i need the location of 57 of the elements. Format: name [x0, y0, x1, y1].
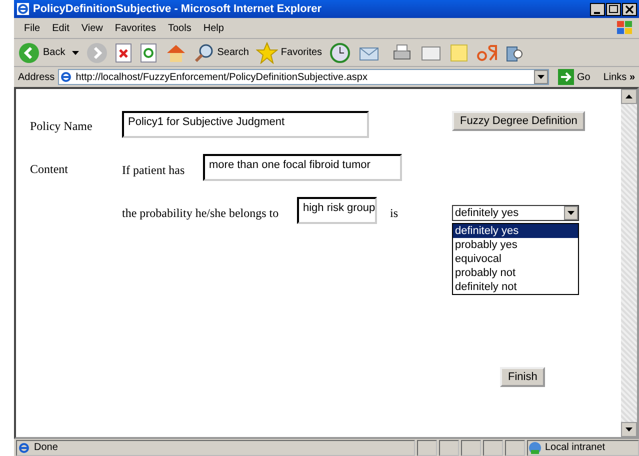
search-button[interactable]: Search — [194, 42, 249, 62]
address-field[interactable]: http://localhost/FuzzyEnforcement/PolicyDefinitionSubjective.aspx — [58, 69, 549, 85]
maximize-icon[interactable] — [606, 2, 621, 16]
is-label: is — [389, 205, 400, 221]
windows-flag-icon — [615, 19, 635, 37]
history-icon[interactable] — [329, 42, 352, 64]
network-icon — [528, 440, 542, 454]
status-text: Done — [34, 442, 58, 453]
menu-item[interactable]: File — [18, 22, 46, 34]
dropdown-option[interactable]: probably not — [453, 266, 578, 280]
back-button[interactable]: Back — [18, 42, 66, 64]
browser-icon — [16, 2, 30, 16]
probability-label: the probability he/she belongs to — [122, 205, 280, 221]
status-panel — [461, 440, 481, 456]
menu-item[interactable]: Help — [197, 22, 230, 34]
policy-name-field[interactable]: Policy1 for Subjective Judgment — [122, 111, 369, 138]
address-label: Address — [18, 72, 55, 82]
condition-label: If patient has — [122, 162, 186, 178]
status-panel — [417, 440, 437, 456]
status-panel — [483, 440, 503, 456]
scrollbar[interactable] — [621, 89, 637, 437]
menu-item[interactable]: Tools — [162, 22, 198, 34]
stop-icon[interactable] — [115, 42, 134, 62]
zone-text: Local intranet — [545, 442, 606, 453]
condition-field[interactable]: more than one focal fibroid tumor — [203, 154, 402, 181]
dropdown-option[interactable]: definitely yes — [453, 224, 578, 238]
finish-button[interactable]: Finish — [500, 367, 546, 387]
caret-icon[interactable] — [72, 50, 80, 54]
page-icon — [58, 70, 73, 84]
dropdown-option[interactable]: equivocal — [453, 252, 578, 266]
minimize-icon[interactable] — [590, 2, 605, 16]
dropdown-option[interactable]: probably yes — [453, 238, 578, 252]
refresh-icon[interactable] — [140, 42, 158, 62]
degree-dropdown[interactable]: definitely yes — [452, 205, 579, 221]
menu-item[interactable]: Favorites — [108, 22, 162, 34]
status-panel — [439, 440, 459, 456]
menu-item[interactable]: View — [75, 22, 109, 34]
star-icon — [256, 42, 278, 64]
links-button[interactable]: Links » — [599, 72, 639, 82]
menu-item[interactable]: Edit — [46, 22, 76, 34]
arrow-icon — [558, 69, 574, 85]
favorites-button[interactable]: Favorites — [256, 42, 322, 64]
go-button[interactable]: Go — [552, 69, 596, 85]
window-title: PolicyDefinitionSubjective - Microsoft Internet Explorer — [33, 3, 322, 15]
group-field[interactable]: high risk group — [297, 197, 377, 224]
dropdown-option[interactable]: definitely not — [453, 280, 578, 294]
policy-name-label: Policy Name — [30, 118, 94, 134]
scroll-up-icon[interactable] — [621, 89, 637, 104]
close-icon[interactable] — [622, 2, 637, 16]
scroll-down-icon[interactable] — [621, 422, 637, 437]
printer-icon[interactable] — [391, 42, 414, 62]
content-label: Content — [30, 161, 69, 177]
page-icon — [17, 440, 31, 454]
search-icon — [194, 42, 214, 62]
fuzzy-degree-definition-button[interactable]: Fuzzy Degree Definition — [452, 111, 586, 131]
home-icon[interactable] — [165, 42, 188, 62]
status-panel — [505, 440, 525, 456]
